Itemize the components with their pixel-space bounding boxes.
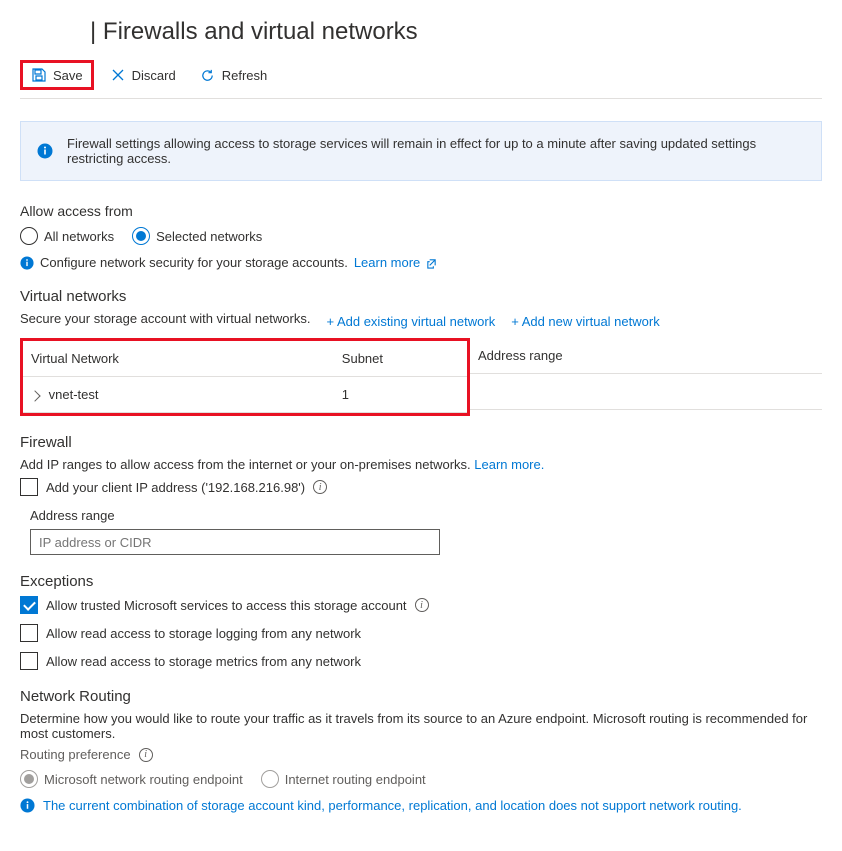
add-client-ip-label: Add your client IP address ('192.168.216… xyxy=(46,480,305,495)
refresh-icon xyxy=(200,67,216,83)
address-range-cell xyxy=(470,374,822,410)
routing-warning: The current combination of storage accou… xyxy=(20,798,822,813)
vnet-table-highlight: Virtual Network Subnet vnet-test 1 xyxy=(20,338,470,416)
allow-metrics-checkbox[interactable] xyxy=(20,652,38,670)
radio-internet-label: Internet routing endpoint xyxy=(285,772,426,787)
config-security-line: Configure network security for your stor… xyxy=(20,255,822,270)
radio-ms-label: Microsoft network routing endpoint xyxy=(44,772,243,787)
firewall-heading: Firewall xyxy=(20,434,822,451)
add-new-vnet-link[interactable]: + Add new virtual network xyxy=(511,314,660,329)
firewall-learn-more-link[interactable]: Learn more. xyxy=(474,457,544,472)
radio-ms-routing: Microsoft network routing endpoint xyxy=(20,770,243,788)
info-tooltip-icon[interactable]: i xyxy=(139,748,153,762)
save-icon xyxy=(31,67,47,83)
routing-subtext: Determine how you would like to route yo… xyxy=(20,711,822,741)
info-banner-text: Firewall settings allowing access to sto… xyxy=(67,136,805,166)
vnet-name: vnet-test xyxy=(49,387,99,402)
external-link-icon xyxy=(426,258,437,269)
radio-icon xyxy=(20,227,38,245)
save-button[interactable]: Save xyxy=(20,60,94,90)
col-address-range: Address range xyxy=(470,338,822,374)
exceptions-heading: Exceptions xyxy=(20,573,822,590)
firewall-subtext: Add IP ranges to allow access from the i… xyxy=(20,457,822,472)
discard-label: Discard xyxy=(132,68,176,83)
routing-pref-label: Routing preference xyxy=(20,747,131,762)
discard-button[interactable]: Discard xyxy=(102,63,184,87)
config-text: Configure network security for your stor… xyxy=(40,255,348,270)
toolbar: Save Discard Refresh xyxy=(20,60,822,99)
add-existing-vnet-link[interactable]: + Add existing virtual network xyxy=(326,314,495,329)
radio-selected-networks[interactable]: Selected networks xyxy=(132,227,262,245)
routing-heading: Network Routing xyxy=(20,688,822,705)
page-title: | Firewalls and virtual networks xyxy=(20,0,822,60)
radio-internet-routing: Internet routing endpoint xyxy=(261,770,426,788)
address-range-input[interactable] xyxy=(30,529,440,555)
allow-trusted-label: Allow trusted Microsoft services to acce… xyxy=(46,598,407,613)
radio-icon xyxy=(261,770,279,788)
vnet-table: Virtual Network Subnet vnet-test 1 xyxy=(23,341,467,413)
radio-icon xyxy=(20,770,38,788)
radio-all-networks[interactable]: All networks xyxy=(20,227,114,245)
vnet-subtext: Secure your storage account with virtual… xyxy=(20,311,310,326)
info-icon xyxy=(20,256,34,270)
allow-logging-label: Allow read access to storage logging fro… xyxy=(46,626,361,641)
col-subnet: Subnet xyxy=(334,341,467,377)
close-icon xyxy=(110,67,126,83)
info-icon xyxy=(37,143,53,159)
info-banner: Firewall settings allowing access to sto… xyxy=(20,121,822,181)
chevron-right-icon xyxy=(29,390,40,401)
allow-logging-checkbox[interactable] xyxy=(20,624,38,642)
radio-all-label: All networks xyxy=(44,229,114,244)
radio-selected-label: Selected networks xyxy=(156,229,262,244)
access-label: Allow access from xyxy=(20,203,822,219)
add-client-ip-checkbox[interactable] xyxy=(20,478,38,496)
routing-warning-text: The current combination of storage accou… xyxy=(43,798,742,813)
radio-icon xyxy=(132,227,150,245)
access-radio-group: All networks Selected networks xyxy=(20,227,822,245)
refresh-label: Refresh xyxy=(222,68,268,83)
config-learn-more-link[interactable]: Learn more xyxy=(354,255,437,270)
vnet-subnet-count: 1 xyxy=(334,377,467,413)
refresh-button[interactable]: Refresh xyxy=(192,63,276,87)
vnet-heading: Virtual networks xyxy=(20,288,822,305)
save-label: Save xyxy=(53,68,83,83)
info-tooltip-icon[interactable]: i xyxy=(415,598,429,612)
col-virtual-network: Virtual Network xyxy=(23,341,334,377)
info-tooltip-icon[interactable]: i xyxy=(313,480,327,494)
table-row[interactable]: vnet-test 1 xyxy=(23,377,467,413)
address-range-label: Address range xyxy=(30,508,822,523)
allow-metrics-label: Allow read access to storage metrics fro… xyxy=(46,654,361,669)
info-icon xyxy=(20,798,35,813)
allow-trusted-checkbox[interactable] xyxy=(20,596,38,614)
